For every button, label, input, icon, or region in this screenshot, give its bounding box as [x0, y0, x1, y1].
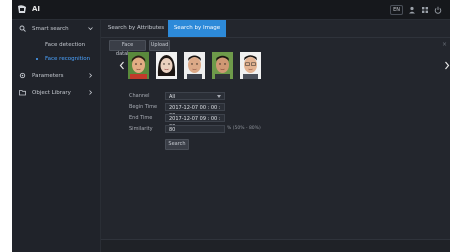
chevron-down-icon: [88, 27, 93, 31]
top-bar: AI EN: [12, 0, 450, 20]
chevron-right-icon: [89, 73, 93, 78]
similarity-input[interactable]: 80: [165, 125, 225, 133]
end-time-label: End Time: [129, 115, 153, 121]
similarity-hint: % (50% - 80%): [227, 126, 261, 131]
sidebar-subitem-face-detection[interactable]: Face detection: [12, 38, 100, 52]
chevron-right-icon: [89, 90, 93, 95]
grid-icon[interactable]: [421, 6, 429, 14]
chevron-down-icon: [217, 95, 221, 98]
sidebar-item-parameters[interactable]: Parameters: [12, 67, 100, 84]
close-icon[interactable]: ×: [442, 41, 447, 48]
face-thumbnail[interactable]: [240, 52, 261, 79]
sidebar-item-label: Parameters: [32, 72, 64, 79]
sidebar-subitem-label: Face detection: [45, 42, 86, 48]
face-image: [156, 52, 177, 79]
language-badge[interactable]: EN: [390, 4, 403, 15]
folder-icon: [19, 90, 26, 96]
app-title: AI: [32, 5, 41, 13]
face-image: [240, 52, 261, 79]
similarity-label: Similarity: [129, 126, 153, 132]
face-thumbnail[interactable]: [128, 52, 149, 79]
sidebar-item-label: Smart search: [32, 25, 69, 32]
app-window: AI EN Smart search Face detection Face r…: [12, 0, 450, 252]
tab-search-by-attributes[interactable]: Search by Attributes: [107, 20, 165, 37]
search-button[interactable]: Search: [165, 139, 189, 150]
face-image: [128, 52, 149, 79]
face-thumbnail[interactable]: [156, 52, 177, 79]
bottom-bar: [101, 239, 450, 252]
channel-label: Channel: [129, 93, 150, 99]
power-icon[interactable]: [434, 6, 442, 14]
logo-icon: [18, 5, 26, 13]
active-dot: [36, 58, 38, 60]
begin-time-input[interactable]: 2017-12-07 00 : 00 : 00: [165, 103, 225, 119]
sidebar-item-object-library[interactable]: Object Library: [12, 84, 100, 101]
sidebar-item-smart-search[interactable]: Smart search: [12, 20, 100, 37]
tab-search-by-image[interactable]: Search by Image: [168, 20, 226, 37]
search-icon: [19, 25, 26, 32]
chevron-left-icon[interactable]: [119, 61, 125, 70]
end-time-input[interactable]: 2017-12-07 09 : 00 : 00: [165, 114, 225, 130]
face-thumbnail[interactable]: [212, 52, 233, 79]
channel-value: All: [169, 94, 176, 100]
sidebar: Smart search Face detection Face recogni…: [12, 20, 101, 252]
sidebar-subitem-label: Face recognition: [45, 56, 91, 62]
tab-bar: Search by Attributes Search by Image: [101, 20, 450, 38]
face-thumbnail[interactable]: [184, 52, 205, 79]
begin-time-label: Begin Time: [129, 104, 158, 110]
main-panel: Search by Attributes Search by Image Fac…: [101, 20, 450, 252]
channel-select[interactable]: All: [165, 92, 225, 100]
chevron-right-icon[interactable]: [444, 61, 450, 70]
face-database-button[interactable]: Face database: [109, 40, 146, 57]
sidebar-item-label: Object Library: [32, 89, 71, 96]
upload-button[interactable]: Upload: [149, 40, 170, 51]
top-right-controls: EN: [390, 4, 442, 15]
face-image: [212, 52, 233, 79]
sidebar-subitem-face-recognition[interactable]: Face recognition: [12, 52, 100, 66]
gear-icon: [19, 72, 26, 79]
face-image: [184, 52, 205, 79]
user-icon[interactable]: [408, 6, 416, 14]
